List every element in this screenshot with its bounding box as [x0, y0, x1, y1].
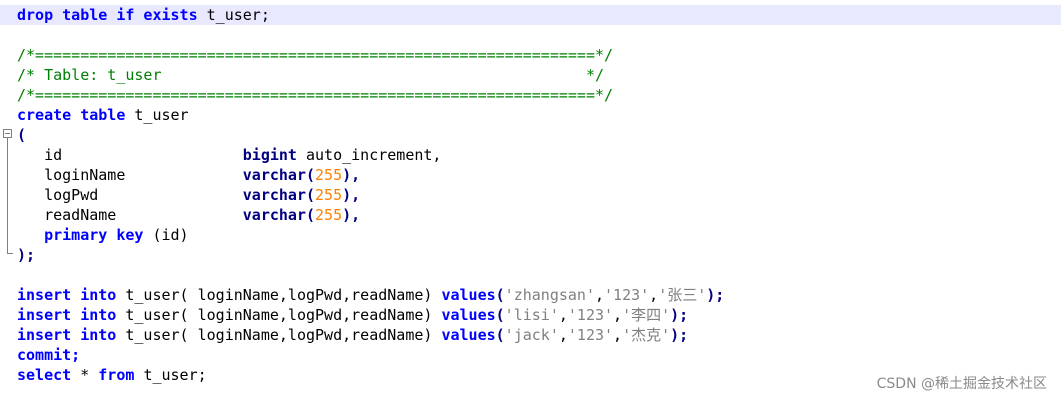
code-token: t_user( loginName,logPwd,readName): [125, 286, 442, 304]
code-token: '123': [604, 286, 650, 304]
code-line[interactable]: /*======================================…: [17, 45, 1061, 65]
code-token: insert into: [17, 306, 126, 324]
code-token: (: [306, 166, 316, 184]
code-token: '李四': [622, 306, 671, 324]
code-line[interactable]: primary key (id): [17, 225, 1061, 245]
code-token: select: [17, 366, 81, 384]
code-token: (: [495, 326, 505, 344]
code-token: '张三': [658, 286, 707, 304]
code-token: values: [441, 326, 496, 344]
code-token: auto_increment,: [306, 146, 442, 164]
code-token: 255: [315, 186, 343, 204]
code-token: 255: [315, 206, 343, 224]
code-token: ,: [613, 326, 623, 344]
code-token: (: [17, 126, 27, 144]
code-token: commit;: [17, 346, 81, 364]
code-token: ,: [613, 306, 623, 324]
code-token: ),: [342, 186, 361, 204]
code-line[interactable]: [17, 25, 1061, 45]
code-line[interactable]: create table t_user: [17, 105, 1061, 125]
code-token: ,: [558, 306, 568, 324]
code-line[interactable]: /*======================================…: [17, 85, 1061, 105]
code-token: varchar: [242, 206, 306, 224]
fold-end-marker: [7, 253, 13, 254]
code-token: t_user;: [206, 6, 270, 24]
code-token: '杰克': [622, 326, 671, 344]
code-token: t_user: [134, 106, 189, 124]
code-line[interactable]: commit;: [17, 345, 1061, 365]
code-line[interactable]: loginName varchar(255),: [17, 165, 1061, 185]
code-token: logPwd: [17, 186, 243, 204]
code-token: ),: [342, 166, 361, 184]
code-token: '123': [567, 326, 614, 344]
code-token: 255: [315, 166, 343, 184]
code-line[interactable]: );: [17, 245, 1061, 265]
code-token: t_user( loginName,logPwd,readName): [125, 326, 442, 344]
code-line[interactable]: drop table if exists t_user;: [0, 5, 1061, 25]
code-token: );: [670, 326, 689, 344]
code-line[interactable]: insert into t_user( loginName,logPwd,rea…: [17, 305, 1061, 325]
code-token: 'zhangsan': [504, 286, 595, 304]
code-token: ,: [649, 286, 659, 304]
fold-guide-line: [7, 138, 8, 254]
code-token: varchar: [242, 166, 306, 184]
code-line[interactable]: logPwd varchar(255),: [17, 185, 1061, 205]
code-line[interactable]: [17, 265, 1061, 285]
code-token: );: [670, 306, 689, 324]
code-line[interactable]: insert into t_user( loginName,logPwd,rea…: [17, 285, 1061, 305]
code-token: drop table if exists: [17, 6, 207, 24]
code-token: ),: [342, 206, 361, 224]
code-token: ,: [594, 286, 605, 304]
code-token: varchar: [242, 186, 306, 204]
code-token: values: [441, 286, 496, 304]
code-token: *: [80, 366, 99, 384]
code-token: ,: [558, 326, 568, 344]
code-token: create table: [17, 106, 135, 124]
code-token: id: [17, 146, 243, 164]
code-line[interactable]: readName varchar(255),: [17, 205, 1061, 225]
code-token: loginName: [17, 166, 243, 184]
code-token: (: [306, 206, 316, 224]
code-line[interactable]: insert into t_user( loginName,logPwd,rea…: [17, 325, 1061, 345]
code-token: bigint: [242, 146, 306, 164]
code-line[interactable]: /* Table: t_user */: [17, 65, 1061, 85]
watermark: CSDN @稀土掘金技术社区: [876, 376, 1047, 392]
code-token: insert into: [17, 326, 126, 344]
code-text-area[interactable]: drop table if exists t_user; /*=========…: [0, 5, 1061, 385]
code-token: 'lisi': [504, 306, 559, 324]
code-token: from: [98, 366, 144, 384]
code-token: (id): [152, 226, 189, 244]
code-token: insert into: [17, 286, 126, 304]
code-editor[interactable]: drop table if exists t_user; /*=========…: [0, 0, 1061, 406]
code-line[interactable]: id bigint auto_increment,: [17, 145, 1061, 165]
code-token: (: [495, 306, 505, 324]
fold-collapse-icon[interactable]: [3, 129, 12, 138]
code-token: primary key: [17, 226, 153, 244]
code-token: /*======================================…: [17, 86, 614, 104]
code-token: /* Table: t_user */: [17, 66, 604, 84]
code-token: '123': [567, 306, 614, 324]
code-token: );: [706, 286, 725, 304]
code-token: (: [306, 186, 316, 204]
code-token: 'jack': [504, 326, 559, 344]
code-token: (: [495, 286, 505, 304]
code-token: );: [17, 246, 36, 264]
code-token: t_user( loginName,logPwd,readName): [125, 306, 442, 324]
code-token: readName: [17, 206, 243, 224]
code-token: /*======================================…: [17, 46, 614, 64]
code-line[interactable]: (: [17, 125, 1061, 145]
code-token: values: [441, 306, 496, 324]
fold-gutter: [0, 0, 16, 406]
code-token: t_user;: [143, 366, 207, 384]
